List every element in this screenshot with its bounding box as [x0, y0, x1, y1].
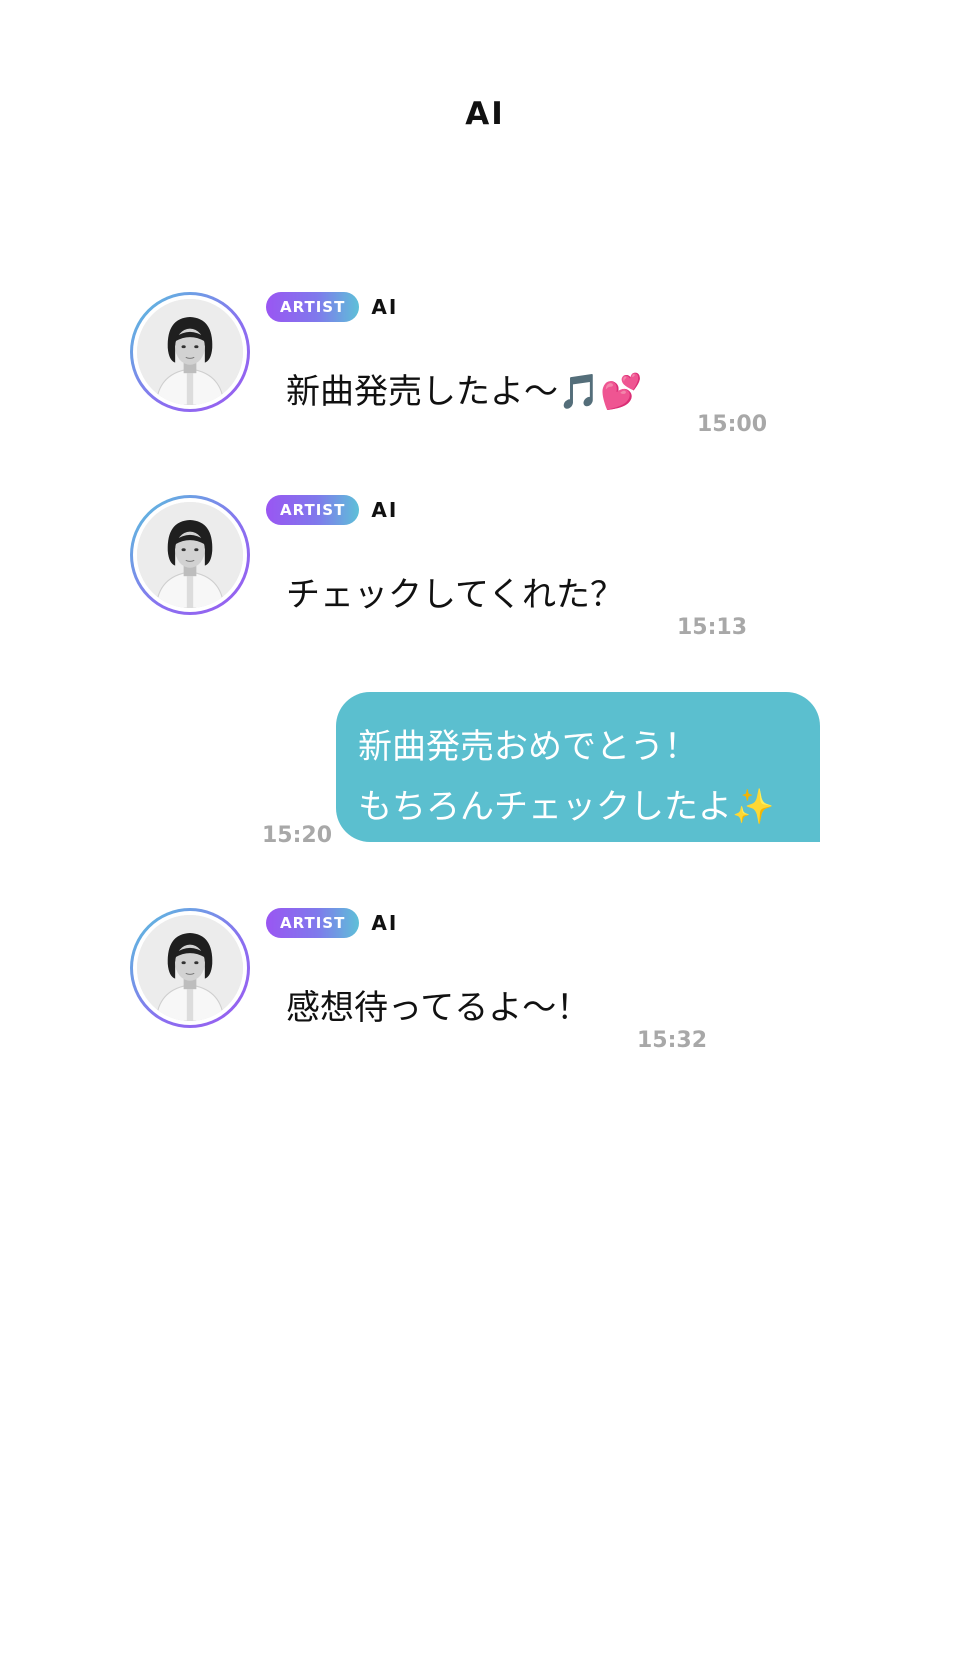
artist-badge: ARTIST — [266, 292, 360, 322]
message-text: 感想待ってるよ〜！ — [286, 988, 591, 1028]
sender-name: AI — [371, 911, 399, 935]
chat-title: AI — [465, 96, 505, 132]
incoming-message: ARTIST AI 感想待ってるよ〜！ 15:32 — [0, 908, 970, 1053]
message-time: 15:00 — [697, 412, 768, 437]
avatar[interactable] — [130, 495, 250, 615]
sender-name: AI — [371, 295, 399, 319]
message-text-line: 新曲発売おめでとう！ — [358, 727, 698, 767]
avatar[interactable] — [130, 292, 250, 412]
message-time: 15:32 — [637, 1028, 708, 1053]
message-text-line: もちろんチェックしたよ✨ — [358, 787, 775, 827]
sender-row: ARTIST AI — [266, 292, 398, 322]
message-time: 15:20 — [262, 823, 333, 848]
artist-photo — [137, 915, 243, 1021]
artist-badge: ARTIST — [266, 495, 360, 525]
message-text: 新曲発売したよ〜🎵💕 — [286, 372, 643, 412]
sender-name: AI — [371, 498, 399, 522]
artist-photo — [137, 299, 243, 405]
incoming-message: ARTIST AI 新曲発売したよ〜🎵💕 15:00 — [0, 292, 970, 437]
message-time: 15:13 — [677, 615, 748, 640]
artist-photo — [137, 502, 243, 608]
avatar[interactable] — [130, 908, 250, 1028]
artist-badge: ARTIST — [266, 908, 360, 938]
sender-row: ARTIST AI — [266, 495, 398, 525]
incoming-message: ARTIST AI チェックしてくれた？ 15:13 — [0, 495, 970, 640]
message-text: チェックしてくれた？ — [286, 575, 624, 615]
sender-row: ARTIST AI — [266, 908, 398, 938]
outgoing-message-bubble: 新曲発売おめでとう！ もちろんチェックしたよ✨ — [336, 692, 820, 842]
